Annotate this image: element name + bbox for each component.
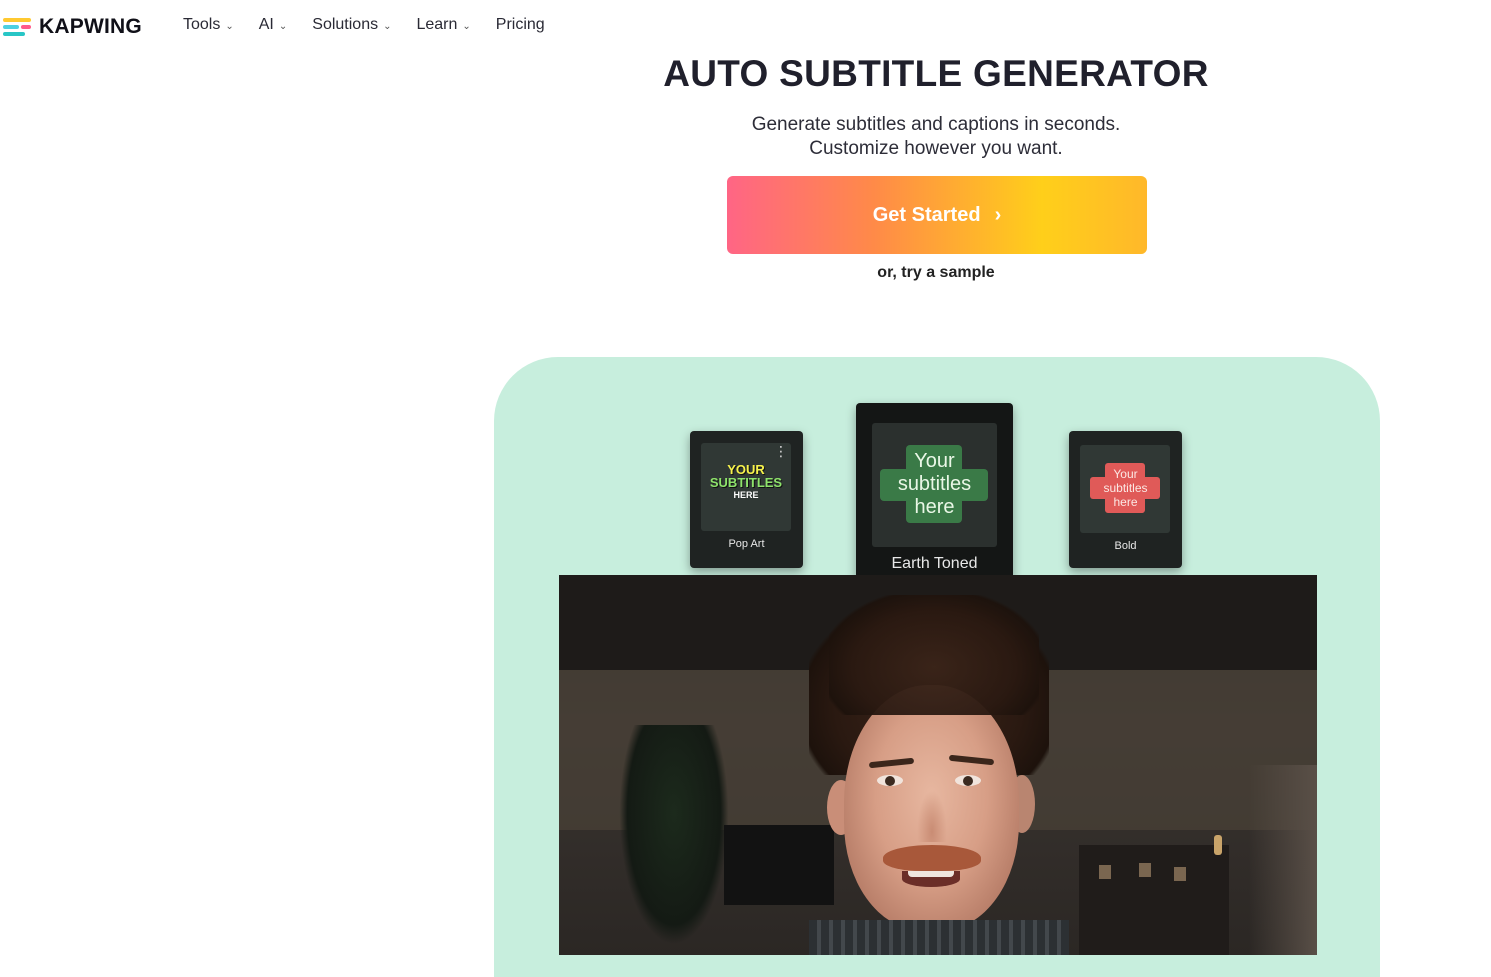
style-card-label: Pop Art <box>728 538 765 550</box>
nav-item-label: Pricing <box>495 16 545 33</box>
page-title: AUTO SUBTITLE GENERATOR <box>663 53 1209 94</box>
hero-subtitle-line2: Customize however you want. <box>809 138 1063 159</box>
nav-item-learn[interactable]: Learn ⌄ <box>416 16 470 34</box>
top-nav: KAPWING Tools ⌄ AI ⌄ Solutions ⌄ Learn ⌄… <box>0 0 1491 54</box>
style-card-pop-art[interactable]: ⋮ YOUR SUBTITLES HERE Pop Art <box>690 431 803 568</box>
kapwing-logo-icon <box>3 16 33 38</box>
earth-toned-sample-text: Your subtitles here <box>897 450 972 518</box>
nav-item-label: Learn <box>416 16 458 33</box>
try-sample-link[interactable]: or, try a sample <box>636 264 1236 282</box>
get-started-label: Get Started <box>872 203 981 226</box>
hero-subtitle-line1: Generate subtitles and captions in secon… <box>751 114 1121 135</box>
preview-video[interactable] <box>559 575 1317 955</box>
style-card-label: Bold <box>1114 540 1137 552</box>
nav-item-label: Tools <box>183 16 221 33</box>
brand-name: KAPWING <box>39 15 142 38</box>
pop-art-sample-text: YOUR SUBTITLES HERE <box>709 462 783 500</box>
nav-item-label: AI <box>258 16 274 33</box>
bold-sample-text: Your subtitles here <box>1103 467 1148 509</box>
chevron-right-icon: › <box>994 203 1002 226</box>
style-card-label: Earth Toned <box>891 555 978 572</box>
nav-item-label: Solutions <box>312 16 379 33</box>
plant-image <box>619 725 729 945</box>
nav-item-pricing[interactable]: Pricing <box>496 16 545 34</box>
nav-item-tools[interactable]: Tools ⌄ <box>183 16 234 34</box>
more-vertical-icon[interactable]: ⋮ <box>774 444 788 458</box>
chevron-down-icon: ⌄ <box>462 20 471 32</box>
kapwing-logo[interactable]: KAPWING <box>3 15 142 39</box>
style-card-bold[interactable]: Your subtitles here Bold <box>1069 431 1182 568</box>
speaker-image <box>809 595 1069 955</box>
chevron-down-icon: ⌄ <box>278 20 288 32</box>
get-started-button[interactable]: Get Started › <box>727 176 1147 254</box>
nav-item-ai[interactable]: AI ⌄ <box>259 16 288 34</box>
nav-item-solutions[interactable]: Solutions ⌄ <box>312 16 391 34</box>
chevron-down-icon: ⌄ <box>225 20 234 32</box>
style-card-earth-toned[interactable]: Your subtitles here Earth Toned <box>856 403 1013 594</box>
nav-menu: Tools ⌄ AI ⌄ Solutions ⌄ Learn ⌄ Pricing <box>183 16 570 34</box>
chevron-down-icon: ⌄ <box>383 20 392 32</box>
